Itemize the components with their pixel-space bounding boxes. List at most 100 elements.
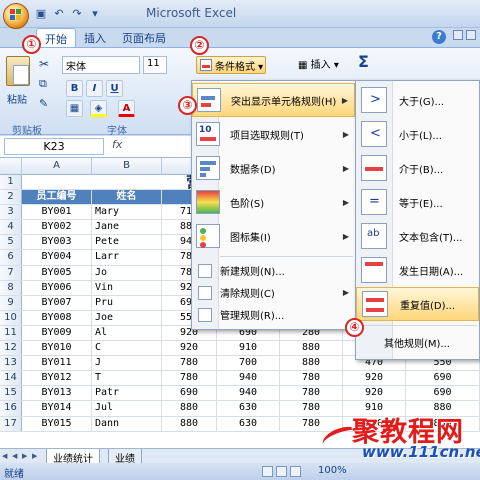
table-cell[interactable]: 880 xyxy=(280,356,343,371)
fx-icon[interactable]: fx xyxy=(112,138,122,151)
row-header[interactable]: 2 xyxy=(0,190,22,205)
table-cell[interactable]: Larr xyxy=(92,250,162,265)
last-sheet-icon[interactable]: ▶ xyxy=(32,451,41,461)
table-cell[interactable]: 880 xyxy=(162,416,217,431)
table-cell[interactable]: Al xyxy=(92,325,162,341)
font-size-select[interactable]: 11 xyxy=(143,56,167,74)
prev-sheet-icon[interactable]: ◀ xyxy=(12,451,21,461)
row-header[interactable]: 11 xyxy=(0,325,22,341)
table-cell[interactable]: BY001 xyxy=(22,205,92,220)
table-cell[interactable]: 920 xyxy=(343,371,406,386)
header-cell[interactable]: 姓名 xyxy=(92,190,162,205)
table-cell[interactable]: 630 xyxy=(217,401,280,416)
column-header-a[interactable]: A xyxy=(22,158,92,175)
table-cell[interactable]: BY002 xyxy=(22,220,92,235)
menu-item-between[interactable]: 介于(B)... xyxy=(356,151,479,185)
table-cell[interactable]: Vin xyxy=(92,280,162,295)
table-cell[interactable]: J xyxy=(92,356,162,371)
table-cell[interactable]: 700 xyxy=(217,356,280,371)
row-header[interactable]: 8 xyxy=(0,280,22,295)
zoom-level[interactable]: 100% xyxy=(318,465,347,476)
column-header-b[interactable]: B xyxy=(92,158,162,175)
menu-item-equal-to[interactable]: = 等于(E)... xyxy=(356,185,479,219)
row-header[interactable]: 17 xyxy=(0,416,22,431)
bold-button[interactable]: B xyxy=(66,80,83,97)
insert-cells-button[interactable]: ▦ 插入 ▾ xyxy=(298,56,339,71)
row-header[interactable]: 16 xyxy=(0,401,22,416)
table-cell[interactable]: 880 xyxy=(280,341,343,356)
conditional-format-button[interactable]: 条件格式 ▾ xyxy=(196,56,266,74)
table-cell[interactable]: BY004 xyxy=(22,250,92,265)
table-cell[interactable]: BY011 xyxy=(22,356,92,371)
paste-icon[interactable] xyxy=(6,56,30,86)
table-cell[interactable]: 780 xyxy=(162,371,217,386)
table-cell[interactable]: T xyxy=(92,371,162,386)
maximize-icon[interactable] xyxy=(466,30,476,40)
redo-icon[interactable]: ↷ xyxy=(70,7,84,21)
row-header[interactable]: 13 xyxy=(0,356,22,371)
table-cell[interactable]: 690 xyxy=(162,386,217,401)
table-cell[interactable]: 690 xyxy=(406,386,480,401)
table-cell[interactable]: C xyxy=(92,341,162,356)
menu-item-duplicate-values[interactable]: 重复值(D)... xyxy=(356,287,479,321)
undo-icon[interactable]: ↶ xyxy=(52,7,66,21)
menu-item-clear-rules[interactable]: 清除规则(C) ▶ xyxy=(192,283,355,302)
table-cell[interactable]: 940 xyxy=(217,386,280,401)
table-cell[interactable]: BY012 xyxy=(22,371,92,386)
table-cell[interactable]: Patr xyxy=(92,386,162,401)
row-header[interactable]: 15 xyxy=(0,386,22,401)
table-cell[interactable]: BY005 xyxy=(22,265,92,280)
table-cell[interactable]: BY008 xyxy=(22,310,92,325)
table-cell[interactable]: BY007 xyxy=(22,295,92,310)
menu-item-new-rule[interactable]: 新建规则(N)... xyxy=(192,261,355,280)
table-cell[interactable]: BY014 xyxy=(22,401,92,416)
table-cell[interactable]: BY015 xyxy=(22,416,92,431)
underline-button[interactable]: U xyxy=(106,80,123,97)
save-icon[interactable]: ▣ xyxy=(34,7,48,21)
table-cell[interactable]: BY009 xyxy=(22,325,92,341)
autosum-icon[interactable]: Σ xyxy=(358,52,369,71)
help-icon[interactable]: ? xyxy=(432,30,446,44)
cut-icon[interactable]: ✂ xyxy=(38,56,50,72)
row-header[interactable]: 9 xyxy=(0,295,22,310)
table-cell[interactable]: BY006 xyxy=(22,280,92,295)
name-box[interactable]: K23 xyxy=(4,138,104,155)
font-color-button[interactable]: A xyxy=(118,100,135,117)
row-header[interactable]: 14 xyxy=(0,371,22,386)
row-header[interactable]: 3 xyxy=(0,205,22,220)
table-cell[interactable]: 920 xyxy=(343,386,406,401)
table-cell[interactable]: Jul xyxy=(92,401,162,416)
menu-item-data-bars[interactable]: 数据条(D) ▶ xyxy=(192,151,355,185)
menu-item-highlight-rules[interactable]: 突出显示单元格规则(H) ▶ xyxy=(192,83,355,117)
tab-insert[interactable]: 插入 xyxy=(76,28,114,48)
select-all-corner[interactable] xyxy=(0,158,22,175)
row-header[interactable]: 7 xyxy=(0,265,22,280)
paste-button[interactable]: 粘贴 xyxy=(6,90,28,107)
menu-item-top-bottom-rules[interactable]: 10 项目选取规则(T) ▶ xyxy=(192,117,355,151)
table-cell[interactable]: Joe xyxy=(92,310,162,325)
format-painter-icon[interactable]: ✎ xyxy=(38,96,49,111)
header-cell[interactable]: 员工编号 xyxy=(22,190,92,205)
table-cell[interactable]: Pete xyxy=(92,235,162,250)
table-cell[interactable]: 920 xyxy=(162,341,217,356)
border-icon[interactable]: ▦ xyxy=(66,100,83,117)
menu-item-color-scales[interactable]: 色阶(S) ▶ xyxy=(192,185,355,219)
menu-item-greater-than[interactable]: > 大于(G)... xyxy=(356,83,479,117)
row-header[interactable]: 12 xyxy=(0,341,22,356)
sheet-tab-2[interactable]: 业绩 xyxy=(108,449,142,465)
table-cell[interactable]: BY013 xyxy=(22,386,92,401)
menu-item-text-contains[interactable]: ab 文本包含(T)... xyxy=(356,219,479,253)
italic-button[interactable]: I xyxy=(86,80,103,97)
next-sheet-icon[interactable]: ▶ xyxy=(22,451,31,461)
copy-icon[interactable]: ⧉ xyxy=(38,76,48,92)
minimize-icon[interactable] xyxy=(453,30,463,40)
table-cell[interactable]: BY003 xyxy=(22,235,92,250)
page-break-view-icon[interactable] xyxy=(290,466,301,477)
table-cell[interactable]: 780 xyxy=(280,386,343,401)
sheet-tab-performance[interactable]: 业绩统计 xyxy=(46,449,100,465)
row-header[interactable]: 5 xyxy=(0,235,22,250)
normal-view-icon[interactable] xyxy=(262,466,273,477)
table-cell[interactable]: 940 xyxy=(217,371,280,386)
row-header[interactable]: 1 xyxy=(0,175,22,190)
first-sheet-icon[interactable]: ◀ xyxy=(2,451,11,461)
